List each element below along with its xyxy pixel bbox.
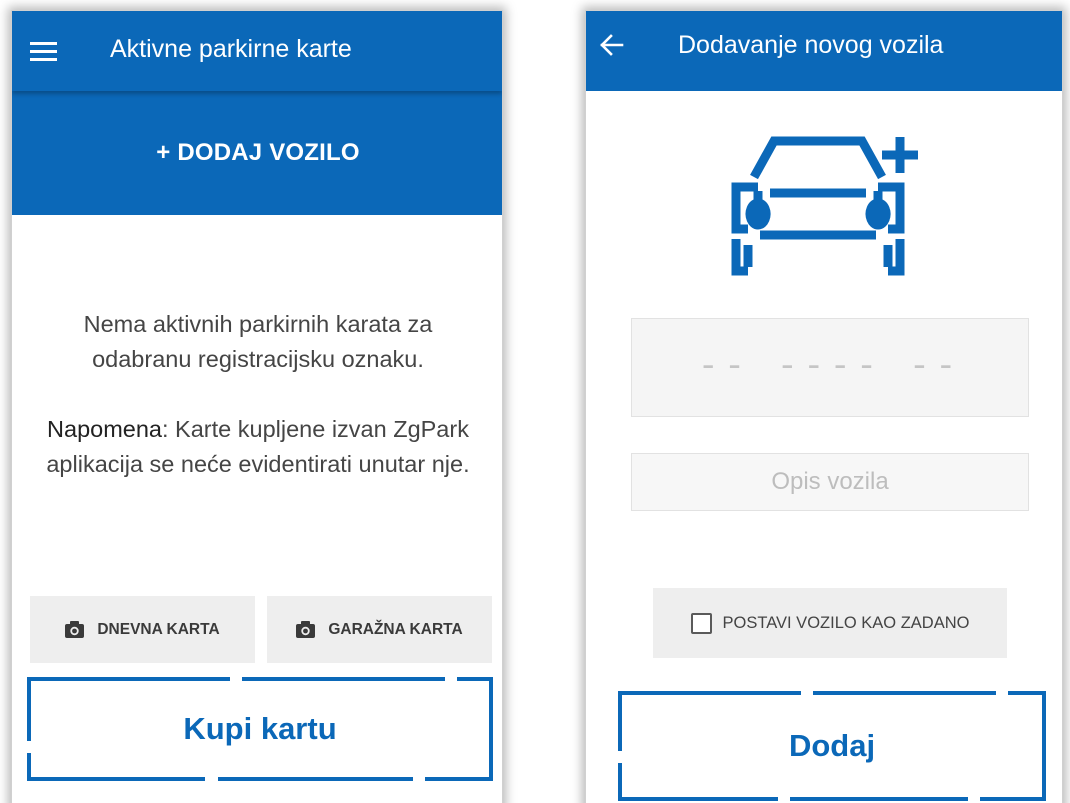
active-tickets-screen: Aktivne parkirne karte + DODAJ VOZILO Ne… bbox=[11, 10, 503, 803]
add-vehicle-submit-button[interactable]: Dodaj bbox=[618, 691, 1046, 801]
set-default-vehicle-toggle[interactable]: POSTAVI VOZILO KAO ZADANO bbox=[653, 588, 1007, 658]
page-title: Dodavanje novog vozila bbox=[678, 31, 944, 59]
license-plate-input[interactable] bbox=[631, 318, 1029, 417]
set-default-label: POSTAVI VOZILO KAO ZADANO bbox=[722, 613, 970, 632]
daily-ticket-button[interactable]: DNEVNA KARTA bbox=[30, 596, 255, 663]
buy-ticket-button[interactable]: Kupi kartu bbox=[27, 677, 493, 781]
camera-icon bbox=[65, 621, 85, 638]
garage-ticket-label: GARAŽNA KARTA bbox=[328, 620, 463, 638]
add-label: Dodaj bbox=[788, 728, 876, 763]
note-label: Napomena bbox=[47, 416, 162, 442]
menu-icon[interactable] bbox=[30, 42, 57, 62]
empty-state-note: Napomena: Karte kupljene izvan ZgPark ap… bbox=[32, 412, 484, 482]
buy-ticket-label: Kupi kartu bbox=[183, 711, 337, 746]
app-bar: Dodavanje novog vozila bbox=[586, 11, 1062, 91]
vehicle-description-input[interactable] bbox=[631, 453, 1029, 511]
daily-ticket-label: DNEVNA KARTA bbox=[97, 620, 220, 638]
add-vehicle-screen: Dodavanje novog vozila -- ---- -- Opis v… bbox=[585, 10, 1063, 803]
camera-icon bbox=[296, 621, 316, 638]
empty-state-message: Nema aktivnih parkirnih karata za odabra… bbox=[32, 307, 484, 482]
app-bar: Aktivne parkirne karte bbox=[12, 11, 502, 91]
empty-state-text: Nema aktivnih parkirnih karata za odabra… bbox=[83, 311, 433, 372]
arrow-left-icon[interactable] bbox=[598, 31, 626, 59]
add-vehicle-button[interactable]: + DODAJ VOZILO bbox=[12, 91, 502, 215]
car-add-icon bbox=[731, 136, 918, 276]
page-title: Aktivne parkirne karte bbox=[110, 35, 352, 63]
garage-ticket-button[interactable]: GARAŽNA KARTA bbox=[267, 596, 492, 663]
checkbox-icon[interactable] bbox=[690, 612, 712, 634]
